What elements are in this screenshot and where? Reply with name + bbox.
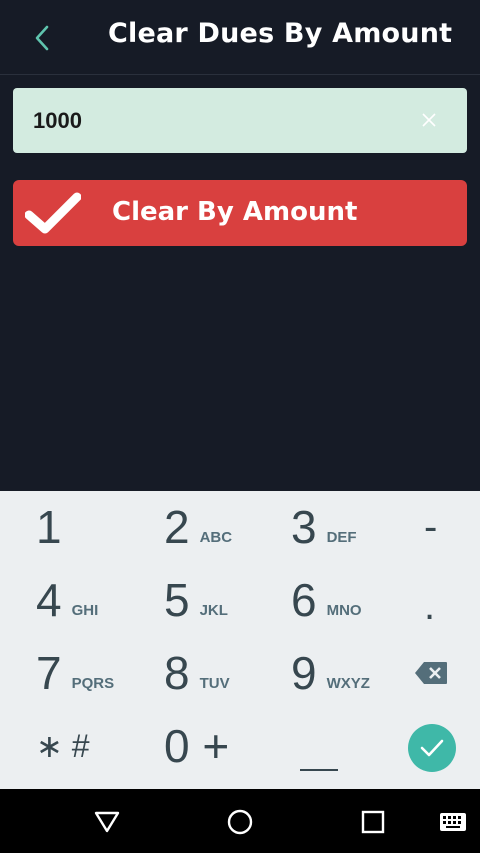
key-5[interactable]: 5 JKL xyxy=(164,564,228,636)
key-1[interactable]: 1 xyxy=(36,491,62,563)
circle-home-icon xyxy=(227,809,253,835)
key-letters: WXYZ xyxy=(326,674,370,692)
key-6[interactable]: 6 MNO xyxy=(291,564,362,636)
key-backspace[interactable] xyxy=(414,637,448,709)
key-digit: 3 xyxy=(291,501,317,553)
key-digit: 8 xyxy=(164,647,190,699)
key-symbol: ∗ # xyxy=(36,728,90,764)
key-digit: 4 xyxy=(36,574,62,626)
key-digit: 1 xyxy=(36,501,62,553)
keyboard-icon xyxy=(440,813,466,831)
key-digit: 0 + xyxy=(164,720,230,772)
key-digit: 6 xyxy=(291,574,317,626)
checkmark-icon xyxy=(420,739,444,757)
enter-button[interactable] xyxy=(408,724,456,772)
page-title: Clear Dues By Amount xyxy=(108,18,453,49)
key-dot[interactable]: . xyxy=(424,570,435,642)
nav-keyboard-button[interactable] xyxy=(438,807,468,837)
amount-input-value: 1000 xyxy=(33,108,82,133)
triangle-back-icon xyxy=(94,811,120,833)
amount-input[interactable]: 1000 xyxy=(13,88,467,153)
nav-back-button[interactable] xyxy=(92,807,122,837)
key-symbol: . xyxy=(424,584,436,628)
key-space[interactable] xyxy=(300,710,338,782)
close-icon xyxy=(422,113,436,127)
key-star-hash[interactable]: ∗ # xyxy=(36,710,90,782)
key-letters: MNO xyxy=(326,601,362,619)
key-letters: ABC xyxy=(199,528,233,546)
key-letters: JKL xyxy=(199,601,228,619)
square-recents-icon xyxy=(361,810,385,834)
key-symbol: - xyxy=(424,505,438,549)
key-0[interactable]: 0 + xyxy=(164,710,229,782)
key-letters: DEF xyxy=(326,528,357,546)
key-3[interactable]: 3 DEF xyxy=(291,491,357,563)
key-2[interactable]: 2 ABC xyxy=(164,491,232,563)
key-8[interactable]: 8 TUV xyxy=(164,637,230,709)
key-digit: 2 xyxy=(164,501,190,553)
back-button[interactable] xyxy=(24,20,60,56)
backspace-icon xyxy=(415,662,447,684)
key-7[interactable]: 7 PQRS xyxy=(36,637,114,709)
space-bar-line xyxy=(300,769,338,771)
key-letters: TUV xyxy=(199,674,230,692)
chevron-left-icon xyxy=(35,25,49,51)
system-nav-bar xyxy=(0,789,480,853)
app-header: Clear Dues By Amount xyxy=(0,0,480,75)
key-letters: GHI xyxy=(71,601,99,619)
nav-home-button[interactable] xyxy=(225,807,255,837)
key-digit: 7 xyxy=(36,647,62,699)
key-letters: PQRS xyxy=(71,674,115,692)
clear-by-amount-button[interactable]: Clear By Amount xyxy=(13,180,467,246)
clear-input-button[interactable] xyxy=(417,108,441,132)
key-minus[interactable]: - xyxy=(424,491,437,563)
key-9[interactable]: 9 WXYZ xyxy=(291,637,370,709)
checkmark-icon xyxy=(25,192,81,234)
key-digit: 5 xyxy=(164,574,190,626)
key-4[interactable]: 4 GHI xyxy=(36,564,98,636)
clear-by-amount-label: Clear By Amount xyxy=(112,197,358,227)
nav-recents-button[interactable] xyxy=(358,807,388,837)
key-digit: 9 xyxy=(291,647,317,699)
